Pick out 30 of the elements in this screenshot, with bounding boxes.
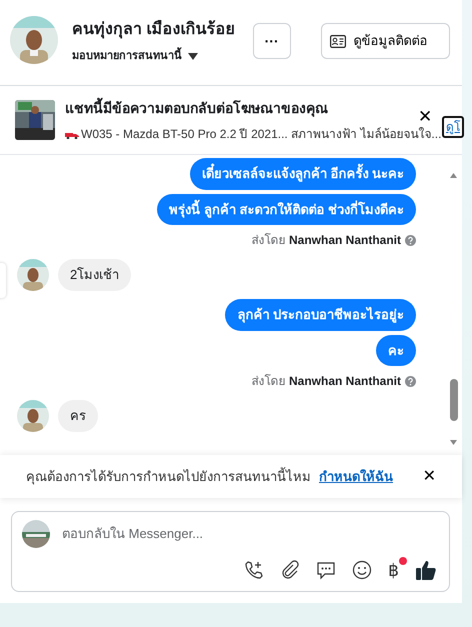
caret-icon: [188, 52, 198, 60]
assign-prompt-text: คุณต้องการได้รับการกำหนดไปยังการสนทนานี้ไหม: [26, 466, 311, 486]
help-icon[interactable]: [405, 376, 416, 386]
contact-name: คนทุ่งกุลา เมืองเกินร้อย: [72, 19, 236, 40]
emoji-icon[interactable]: [352, 560, 372, 580]
sent-message: คะ: [376, 334, 416, 366]
thumbs-up-icon[interactable]: [415, 559, 437, 581]
sent-by-text: ส่งโดย Nanwhan Nanthanit: [252, 232, 401, 249]
sent-by-text: ส่งโดย Nanwhan Nanthanit: [252, 373, 401, 390]
close-button[interactable]: ✕: [418, 108, 432, 125]
received-message: 2โมงเช้า: [58, 259, 132, 291]
close-button[interactable]: ✕: [422, 464, 436, 488]
assign-to-me-link[interactable]: กำหนดให้ฉัน: [319, 466, 393, 486]
attachment-icon[interactable]: [280, 560, 300, 580]
help-icon[interactable]: [405, 234, 416, 246]
saved-replies-icon[interactable]: [316, 560, 336, 580]
ad-link[interactable]: ดูโ: [442, 116, 464, 138]
sent-message: พรุ่งนี้ ลูกค้า สะดวกให้ติดต่อ ช่วงกี่โมงดีคะ: [157, 194, 416, 225]
phone-add-icon[interactable]: [244, 560, 264, 580]
contact-card-icon: [330, 34, 346, 48]
contact-info-button[interactable]: ดูข้อมูลติดต่อ: [320, 23, 450, 59]
assign-dropdown[interactable]: มอบหมายการสนทนานี้: [72, 48, 239, 64]
reply-box[interactable]: ตอบกลับใน Messenger... ฿: [11, 511, 450, 592]
sent-message: เดี๋ยวเซลล์จะแจ้งลูกค้า อีกครั้ง นะคะ: [190, 158, 416, 190]
payment-button[interactable]: ฿: [388, 562, 399, 578]
ad-subtitle: W035 - Mazda BT-50 Pro 2.2 ปี 2021... สภาพนางฟ้า ไมล์น้อยจนใจ...: [65, 125, 442, 143]
ad-reply-title: แชทนี้มีข้อความตอบกลับต่อโฆษณาของคุณ: [65, 98, 328, 119]
sent-message: ลุกค้า ประกอบอาชีพอะไรอยู่ะ: [225, 299, 416, 330]
more-button[interactable]: ···: [252, 23, 291, 59]
received-message: คร: [58, 400, 98, 432]
